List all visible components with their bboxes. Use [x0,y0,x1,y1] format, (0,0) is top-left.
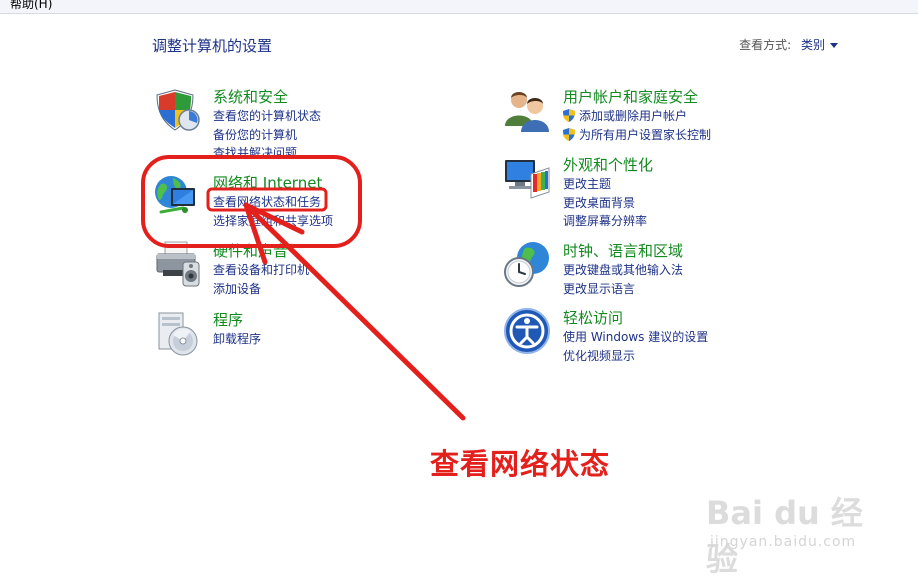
link-uninstall-program[interactable]: 卸载程序 [213,330,261,349]
printer-icon [156,241,200,287]
baidu-watermark: Bai du 经验 jingyan.baidu.com [706,488,886,578]
view-by-label: 查看方式: [739,38,792,52]
link-display-language[interactable]: 更改显示语言 [563,280,683,299]
category-title[interactable]: 网络和 Internet [213,172,322,193]
category-title[interactable]: 时钟、语言和区域 [563,240,683,261]
category-title[interactable]: 程序 [213,309,243,330]
users-icon [505,92,549,132]
network-globe-icon [155,176,195,214]
shield-computer-icon [156,89,200,131]
menu-help[interactable]: 帮助(H) [10,0,52,12]
monitor-palette-icon [505,160,550,199]
uac-shield-icon [563,127,575,141]
page-title: 调整计算机的设置 [152,37,273,55]
uac-shield-icon [563,109,575,122]
category-title[interactable]: 用户帐户和家庭安全 [563,86,698,107]
clock-globe-icon [504,242,549,287]
link-find-fix-problems[interactable]: 查找并解决问题 [213,144,321,163]
link-label: 为所有用户设置家长控制 [579,127,712,142]
annotation-arrow-shaft [243,202,466,421]
menu-bar: 帮助(H) [0,0,918,14]
category-title[interactable]: 硬件和声音 [213,240,288,261]
view-by: 查看方式: 类别 [739,36,838,53]
view-by-value: 类别 [800,38,825,52]
link-keyboard-input[interactable]: 更改键盘或其他输入法 [563,261,683,280]
link-add-remove-accounts[interactable]: 添加或删除用户帐户 [563,107,711,126]
watermark-sub: jingyan.baidu.com [710,534,857,550]
link-windows-recommended-settings[interactable]: 使用 Windows 建议的设置 [563,328,708,347]
category-title[interactable]: 轻松访问 [563,307,623,328]
chevron-down-icon [830,43,838,48]
link-add-device[interactable]: 添加设备 [213,280,309,299]
link-devices-printers[interactable]: 查看设备和打印机 [213,261,309,280]
category-title[interactable]: 外观和个性化 [563,154,653,175]
annotation-callout-text: 查看网络状态 [430,447,611,481]
link-parental-controls[interactable]: 为所有用户设置家长控制 [563,126,711,145]
link-change-theme[interactable]: 更改主题 [563,175,647,194]
link-screen-resolution[interactable]: 调整屏幕分辨率 [563,212,647,231]
ease-of-access-icon [504,308,550,354]
program-disc-icon [158,312,198,356]
link-desktop-background[interactable]: 更改桌面背景 [563,194,647,213]
category-title[interactable]: 系统和安全 [213,86,288,107]
link-optimize-display[interactable]: 优化视频显示 [563,347,708,366]
link-view-network-status[interactable]: 查看网络状态和任务 [213,193,333,212]
link-backup-computer[interactable]: 备份您的计算机 [213,126,321,145]
link-label: 添加或删除用户帐户 [579,109,688,123]
link-homegroup-sharing[interactable]: 选择家庭组和共享选项 [213,212,333,231]
view-by-dropdown[interactable]: 类别 [801,38,838,52]
link-view-computer-status[interactable]: 查看您的计算机状态 [213,107,321,126]
